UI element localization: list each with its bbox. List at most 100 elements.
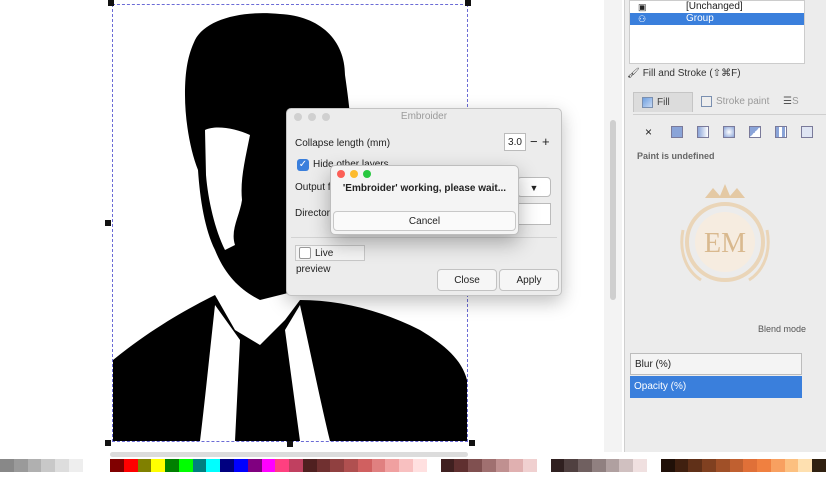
resize-handle-bl[interactable] [105, 440, 111, 446]
palette-swatch[interactable] [412, 459, 427, 472]
palette-swatch[interactable] [357, 459, 372, 472]
palette-swatch[interactable] [523, 459, 537, 472]
palette-swatch[interactable] [605, 459, 620, 472]
tab-fill[interactable]: Fill [633, 92, 693, 112]
palette-swatch[interactable] [702, 459, 716, 472]
radial-gradient-icon[interactable] [723, 126, 735, 138]
palette-swatch[interactable] [633, 459, 647, 472]
palette-swatch[interactable] [289, 459, 303, 472]
mesh-gradient-icon[interactable] [749, 126, 761, 138]
directory-input[interactable] [517, 203, 551, 225]
vertical-scrollbar[interactable] [604, 0, 622, 452]
resize-handle-tl[interactable] [108, 0, 114, 6]
opacity-slider[interactable]: Opacity (%) [630, 376, 802, 398]
flat-color-icon[interactable] [671, 126, 683, 138]
palette-swatch[interactable] [426, 459, 441, 472]
increment-button[interactable]: + [542, 133, 550, 151]
palette-swatch[interactable] [302, 459, 317, 472]
palette-swatch[interactable] [123, 459, 138, 472]
palette-swatch[interactable] [275, 459, 290, 472]
cancel-button[interactable]: Cancel [333, 211, 516, 231]
vertical-scroll-thumb[interactable] [610, 120, 616, 300]
palette-swatch[interactable] [468, 459, 482, 472]
palette-swatch[interactable] [564, 459, 579, 472]
palette-swatch[interactable] [82, 459, 97, 472]
resize-handle-bm[interactable] [287, 441, 293, 447]
palette-swatch[interactable] [646, 459, 661, 472]
palette-swatch[interactable] [165, 459, 179, 472]
horizontal-scrollbar[interactable] [110, 452, 468, 457]
popup-zoom-dot[interactable] [363, 170, 371, 178]
palette-swatch[interactable] [481, 459, 496, 472]
palette-swatch[interactable] [96, 459, 111, 472]
palette-swatch[interactable] [743, 459, 758, 472]
palette-swatch[interactable] [55, 459, 69, 472]
palette-swatch[interactable] [798, 459, 813, 472]
palette-swatch[interactable] [715, 459, 730, 472]
window-minimize-dot[interactable] [308, 113, 316, 121]
palette-swatch[interactable] [0, 459, 14, 472]
palette-swatch[interactable] [688, 459, 703, 472]
palette-swatch[interactable] [770, 459, 785, 472]
palette-swatch[interactable] [440, 459, 455, 472]
palette-swatch[interactable] [68, 459, 83, 472]
palette-swatch[interactable] [344, 459, 358, 472]
palette-swatch[interactable] [812, 459, 826, 472]
palette-swatch[interactable] [495, 459, 510, 472]
popup-minimize-dot[interactable] [350, 170, 358, 178]
palette-swatch[interactable] [178, 459, 193, 472]
hide-layers-checkbox[interactable]: ✓ [297, 159, 309, 171]
embroider-titlebar[interactable]: Embroider [287, 109, 561, 125]
palette-swatch[interactable] [674, 459, 689, 472]
tab-stroke-style[interactable]: ☰S [779, 92, 819, 112]
live-preview-toggle[interactable]: Live preview [295, 245, 365, 275]
palette-swatch[interactable] [110, 459, 124, 472]
palette-swatch[interactable] [220, 459, 235, 472]
palette-swatch[interactable] [757, 459, 771, 472]
palette-swatch[interactable] [192, 459, 207, 472]
popup-close-dot[interactable] [337, 170, 345, 178]
palette-swatch[interactable] [399, 459, 413, 472]
palette-swatch[interactable] [27, 459, 42, 472]
palette-swatch[interactable] [591, 459, 606, 472]
palette-swatch[interactable] [261, 459, 276, 472]
close-button[interactable]: Close [437, 269, 497, 291]
palette-swatch[interactable] [316, 459, 331, 472]
swatch-icon[interactable] [801, 126, 813, 138]
palette-swatch[interactable] [206, 459, 221, 472]
window-zoom-dot[interactable] [322, 113, 330, 121]
resize-handle-br[interactable] [469, 440, 475, 446]
objects-row-group[interactable]: ⚇ Group [630, 13, 804, 25]
palette-swatch[interactable] [13, 459, 28, 472]
palette-swatch[interactable] [151, 459, 166, 472]
apply-button[interactable]: Apply [499, 269, 559, 291]
live-preview-checkbox[interactable] [299, 247, 311, 260]
palette-swatch[interactable] [660, 459, 675, 472]
palette-swatch[interactable] [385, 459, 400, 472]
none-icon[interactable]: × [645, 126, 657, 138]
resize-handle-ml[interactable] [105, 220, 111, 226]
objects-row-unchanged[interactable]: ▣ [Unchanged] [630, 1, 804, 13]
palette-swatch[interactable] [330, 459, 345, 472]
palette-swatch[interactable] [454, 459, 469, 472]
tab-stroke-paint[interactable]: Stroke paint [697, 92, 775, 112]
decrement-button[interactable]: − [530, 133, 538, 151]
output-file-select[interactable]: ▼ [517, 177, 551, 197]
window-close-dot[interactable] [294, 113, 302, 121]
collapse-length-input[interactable]: 3.0 [504, 133, 526, 151]
palette-swatch[interactable] [371, 459, 386, 472]
palette-swatch[interactable] [509, 459, 524, 472]
resize-handle-tr[interactable] [465, 0, 471, 6]
pattern-icon[interactable] [775, 126, 787, 138]
palette-swatch[interactable] [729, 459, 744, 472]
palette-swatch[interactable] [247, 459, 262, 472]
linear-gradient-icon[interactable] [697, 126, 709, 138]
blur-slider[interactable]: Blur (%) [630, 353, 802, 375]
palette-swatch[interactable] [536, 459, 551, 472]
palette-swatch[interactable] [234, 459, 248, 472]
palette-swatch[interactable] [784, 459, 799, 472]
palette-swatch[interactable] [41, 459, 56, 472]
palette-swatch[interactable] [137, 459, 152, 472]
palette-swatch[interactable] [550, 459, 565, 472]
palette-swatch[interactable] [578, 459, 592, 472]
